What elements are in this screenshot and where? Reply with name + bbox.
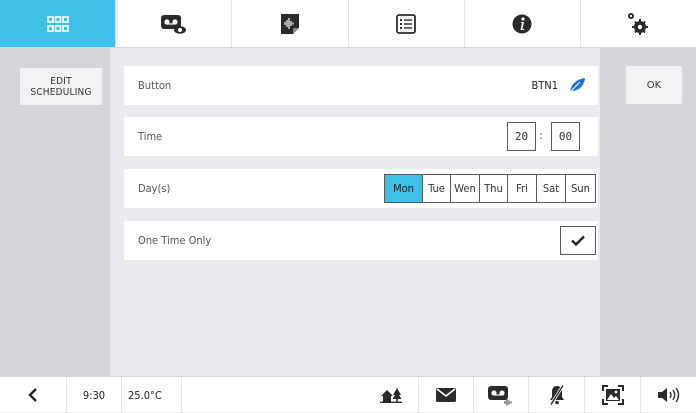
status-bar: 9:30 25.0°C (0, 376, 696, 413)
mute-button[interactable] (528, 377, 584, 413)
leaf-icon (569, 78, 585, 93)
day-sun-button[interactable]: Sun (566, 175, 595, 202)
days-label: Day(s) (138, 182, 171, 195)
day-sat-button[interactable]: Sat (537, 175, 566, 202)
voicemail-button[interactable] (473, 377, 528, 413)
speaker-volume-icon (657, 387, 679, 403)
tab-list[interactable] (349, 0, 465, 47)
scheduling-form: Button BTN1 Time 20 : 00 Day(s) Mon Tue … (110, 48, 600, 376)
tab-info[interactable] (465, 0, 581, 47)
back-button[interactable] (0, 377, 66, 413)
day-thu-button[interactable]: Thu (480, 175, 508, 202)
audio-note-icon (280, 13, 299, 34)
time-minutes-field[interactable]: 00 (551, 122, 580, 151)
muted-bell-icon (549, 385, 564, 405)
info-icon (512, 14, 532, 33)
time-label: Time (138, 130, 163, 143)
days-row: Day(s) Mon Tue Wen Thu Fri Sat Sun (124, 169, 598, 208)
list-icon (396, 13, 416, 34)
voicemail-view-icon (160, 14, 186, 34)
day-tue-button[interactable]: Tue (423, 175, 451, 202)
button-row[interactable]: Button BTN1 (124, 66, 598, 105)
tab-apps[interactable] (0, 0, 117, 47)
time-hours-field[interactable]: 20 (507, 122, 536, 151)
temperature-readout: 25.0°C (121, 377, 181, 413)
ok-button[interactable]: OK (626, 66, 682, 104)
day-fri-button[interactable]: Fri (508, 175, 537, 202)
tab-voicemail-view[interactable] (116, 0, 233, 47)
apps-grid-icon (46, 15, 69, 32)
left-panel: EDIT SCHEDULING (0, 48, 110, 376)
home-status-button[interactable] (363, 377, 418, 413)
edit-scheduling-label-line1: EDIT (50, 75, 72, 87)
back-chevron-icon (28, 388, 37, 402)
status-spacer (181, 377, 363, 413)
one-time-only-checkbox[interactable] (560, 226, 596, 255)
days-selector: Mon Tue Wen Thu Fri Sat Sun (384, 174, 596, 203)
edit-scheduling-tab[interactable]: EDIT SCHEDULING (20, 68, 102, 105)
one-time-only-row: One Time Only (124, 221, 598, 260)
clock-time: 9:30 (66, 377, 121, 413)
time-row: Time 20 : 00 (124, 117, 598, 156)
volume-button[interactable] (640, 377, 696, 413)
time-separator: : (539, 129, 543, 142)
photo-frame-icon (601, 385, 624, 405)
mail-button[interactable] (418, 377, 473, 413)
home-tree-icon (379, 388, 402, 403)
edit-scheduling-label-line2: SCHEDULING (30, 86, 92, 98)
button-value: BTN1 (531, 79, 558, 92)
day-wen-button[interactable]: Wen (451, 175, 480, 202)
tab-audio-note[interactable] (232, 0, 349, 47)
top-tab-bar (0, 0, 696, 48)
day-mon-button[interactable]: Mon (385, 175, 423, 202)
settings-gears-icon (628, 12, 649, 35)
mail-icon (436, 388, 456, 402)
tab-settings[interactable] (581, 0, 696, 47)
button-label: Button (138, 79, 172, 92)
checkmark-icon (571, 235, 585, 246)
one-time-only-label: One Time Only (138, 234, 212, 247)
voicemail-icon (488, 386, 512, 406)
photo-frame-button[interactable] (584, 377, 640, 413)
